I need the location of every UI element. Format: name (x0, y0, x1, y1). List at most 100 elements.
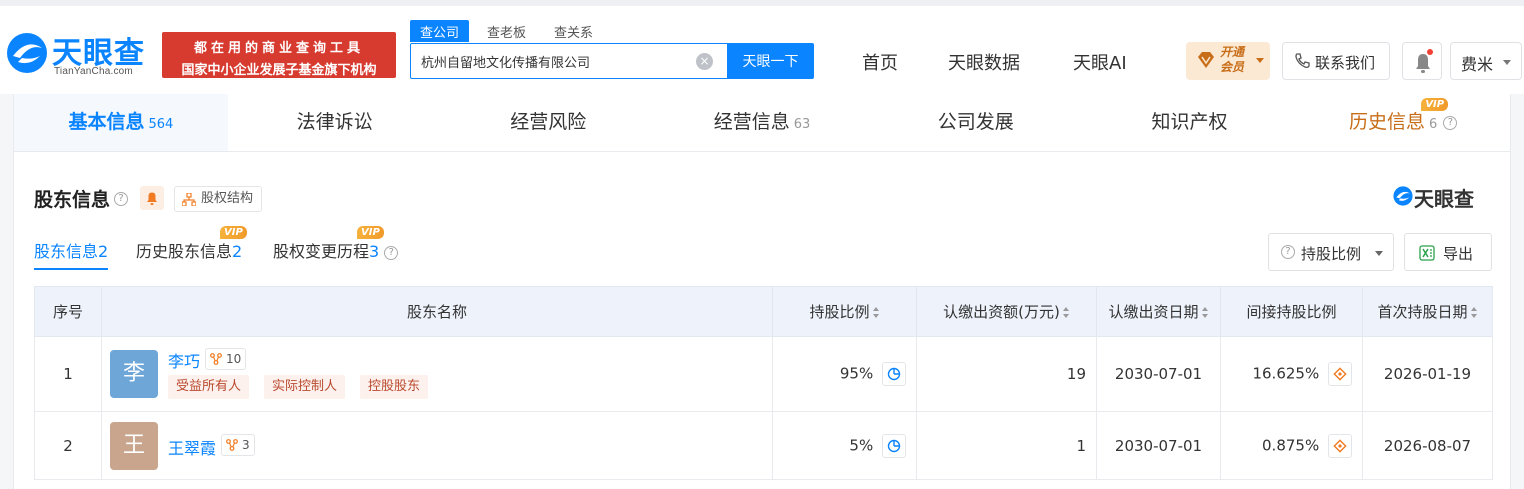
bell-icon (1416, 54, 1430, 73)
top-header: 天眼查 TianYanCha.com 都在用的商业查询工具 国家中小企业发展子基… (0, 0, 1524, 94)
search-tab-boss[interactable]: 查老板 (477, 20, 536, 42)
vip-line2: 会员 (1220, 60, 1245, 74)
cell-holder: 王 王翠霞 3 (101, 411, 773, 480)
tab-legal[interactable]: 法律诉讼 (228, 94, 442, 151)
tab-count: 6 (1429, 117, 1438, 132)
relations-button[interactable]: 10 (205, 348, 247, 370)
sort-icon[interactable] (1201, 307, 1209, 318)
relations-button[interactable]: 3 (221, 434, 255, 456)
tab-operation[interactable]: 经营信息 63 (655, 94, 869, 151)
cell-amount: 1 (916, 411, 1097, 480)
tab-label: 法律诉讼 (296, 111, 373, 133)
cell-indirect: 0.875% (1220, 411, 1363, 480)
penetration-button[interactable] (1328, 433, 1352, 458)
export-button[interactable]: 导出 (1404, 233, 1492, 271)
logo-domain: TianYanCha.com (54, 66, 133, 77)
phone-icon (1295, 53, 1310, 68)
notification-button[interactable] (1402, 42, 1442, 80)
search-tab-relation[interactable]: 查关系 (544, 20, 603, 42)
pie-chart-icon (887, 367, 901, 381)
subtab-label: 股权变更历程 (273, 242, 370, 261)
pie-chart-button[interactable] (882, 362, 906, 386)
help-icon[interactable]: ? (1443, 115, 1458, 130)
tab-ip[interactable]: 知识产权 (1083, 94, 1297, 151)
vip-line1: 开通 (1220, 45, 1245, 59)
chevron-down-icon (1375, 251, 1383, 256)
subtab-history-shareholders[interactable]: VIP 历史股东信息2 (136, 226, 247, 270)
col-date[interactable]: 认缴出资日期 (1096, 286, 1221, 337)
penetration-button[interactable] (1328, 362, 1352, 386)
search-input[interactable] (411, 44, 681, 78)
nav-data[interactable]: 天眼数据 (948, 49, 1020, 75)
col-indirect: 间接持股比例 (1220, 286, 1363, 337)
vip-badge: VIP (357, 226, 384, 239)
col-first-date[interactable]: 首次持股日期 (1362, 286, 1493, 337)
help-icon[interactable]: ? (1281, 245, 1295, 259)
indirect-value: 0.875% (1262, 436, 1320, 454)
holding-ratio-dropdown[interactable]: ? 持股比例 (1268, 233, 1394, 271)
diamond-icon (1198, 52, 1214, 68)
col-ratio[interactable]: 持股比例 (772, 286, 917, 337)
sort-icon[interactable] (1470, 307, 1478, 318)
subtab-count: 2 (232, 242, 243, 261)
equity-structure-button[interactable]: 股权结构 (174, 186, 263, 212)
equity-structure-label: 股权结构 (201, 191, 254, 206)
monitor-bell-button[interactable] (140, 186, 164, 210)
tianyancha-logo[interactable]: 天眼查 TianYanCha.com (4, 28, 154, 82)
nav-home[interactable]: 首页 (862, 49, 898, 75)
tab-development[interactable]: 公司发展 (869, 94, 1083, 151)
col-label: 认缴出资日期 (1108, 303, 1199, 321)
contact-us-label: 联系我们 (1315, 54, 1376, 72)
vip-badge: VIP (1421, 98, 1449, 111)
bell-icon (147, 192, 157, 205)
section-title: 股东信息 (34, 189, 111, 211)
pie-chart-icon (887, 439, 901, 452)
open-vip-button[interactable]: 开通 会员 (1186, 42, 1270, 80)
tab-label: 经营信息 (713, 111, 790, 133)
sort-icon[interactable] (872, 307, 880, 318)
nav-ai[interactable]: 天眼AI (1073, 49, 1127, 75)
holder-name-link[interactable]: 李巧 (168, 348, 200, 372)
col-index: 序号 (34, 286, 102, 337)
avatar[interactable]: 李 (110, 350, 158, 398)
tianyancha-logo-icon (1393, 186, 1413, 206)
subtab-equity-changes[interactable]: VIP 股权变更历程3 ? (273, 226, 399, 270)
avatar[interactable]: 王 (110, 422, 158, 470)
chevron-down-icon (1256, 58, 1264, 63)
holder-name-link[interactable]: 王翠霞 (168, 435, 216, 459)
tab-history[interactable]: VIP 历史信息 6 ? (1296, 94, 1510, 151)
tab-risk[interactable]: 经营风险 (441, 94, 655, 151)
subtab-label: 历史股东信息 (136, 242, 233, 261)
badge-beneficiary: 受益所有人 (168, 375, 250, 399)
tianyancha-watermark: 天眼查 (1392, 185, 1492, 211)
cell-index: 1 (34, 336, 102, 412)
search-button[interactable]: 天眼一下 (727, 43, 814, 79)
cell-date: 2030-07-01 (1096, 411, 1221, 480)
indirect-value: 16.625% (1252, 364, 1320, 383)
contact-us-button[interactable]: 联系我们 (1282, 42, 1390, 80)
cell-first-date: 2026-08-07 (1362, 411, 1493, 480)
tianyancha-logo-icon (7, 33, 47, 73)
col-amount[interactable]: 认缴出资额(万元) (916, 286, 1097, 337)
subtab-count: 2 (98, 242, 109, 261)
chevron-down-icon (1503, 60, 1511, 65)
help-icon[interactable]: ? (114, 192, 128, 206)
help-icon[interactable]: ? (384, 245, 399, 260)
vip-open-label: 开通 会员 (1220, 45, 1244, 75)
close-circle-icon[interactable]: × (696, 53, 713, 70)
promo-banner[interactable]: 都在用的商业查询工具 国家中小企业发展子基金旗下机构 (162, 32, 396, 78)
search-tab-company[interactable]: 查公司 (410, 20, 470, 42)
sort-icon[interactable] (1062, 307, 1070, 318)
holding-ratio-label: 持股比例 (1301, 245, 1362, 263)
col-label: 持股比例 (809, 303, 870, 321)
shareholder-table: 序号 股东名称 持股比例 认缴出资额(万元) 认缴出资日期 间接持股比例 首次持… (34, 286, 1493, 480)
relation-graph-icon (210, 353, 222, 365)
pie-chart-button[interactable] (882, 433, 906, 458)
user-menu[interactable]: 费米 (1450, 42, 1522, 80)
tab-label: 基本信息 (68, 111, 145, 133)
subtab-label: 股东信息 (34, 242, 99, 261)
tab-basic-info[interactable]: 基本信息 564 (14, 94, 228, 151)
watermark-text: 天眼查 (1414, 187, 1474, 211)
cell-ratio: 5% (772, 411, 917, 480)
subtab-shareholders[interactable]: 股东信息2 (34, 238, 109, 270)
